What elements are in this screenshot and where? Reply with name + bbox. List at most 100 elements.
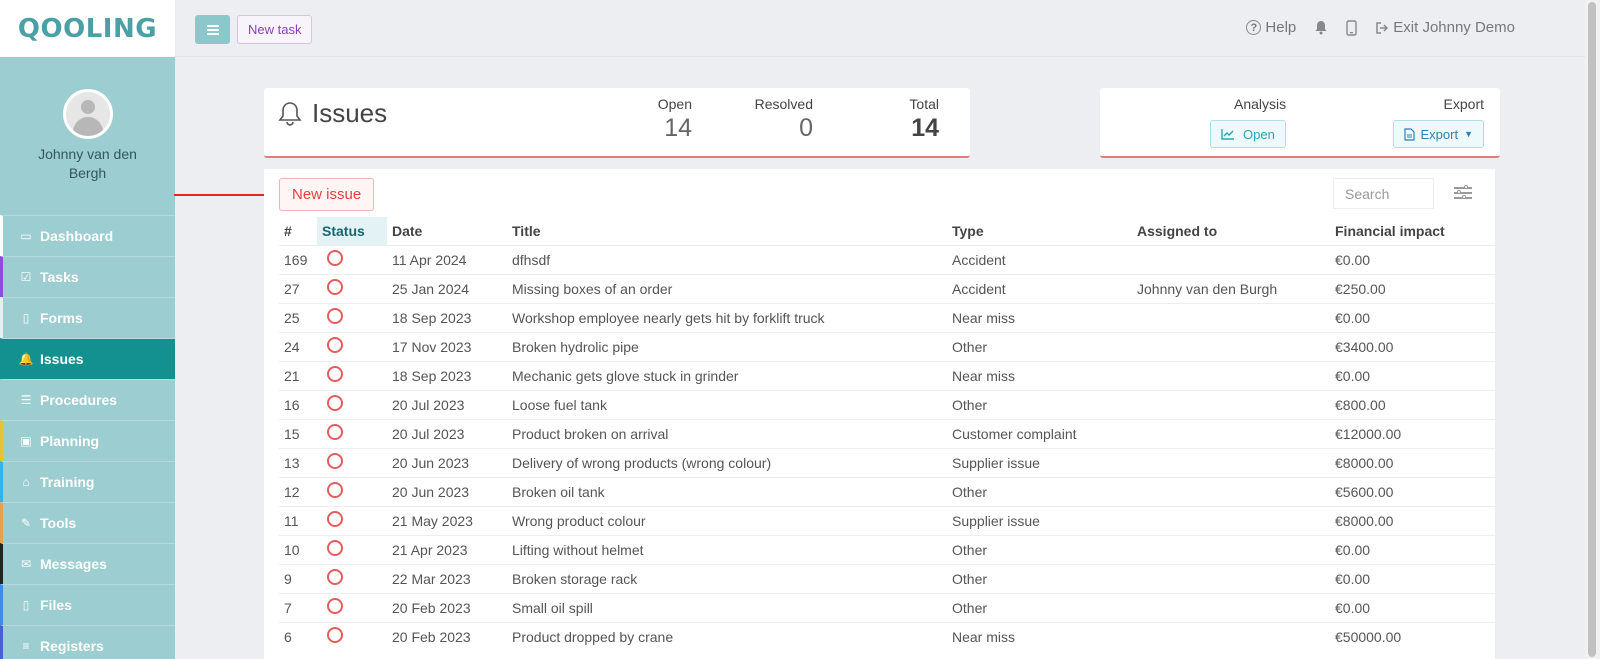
status-open-circle-icon	[327, 482, 343, 498]
issue-financial-impact: €0.00	[1330, 534, 1495, 564]
table-row[interactable]: 6 20 Feb 2023 Product dropped by crane Near…	[279, 621, 1495, 651]
pdf-file-icon: ▯	[22, 598, 30, 612]
sidebar-item-issues[interactable]: 🔔 Issues	[0, 338, 175, 379]
issue-assigned-to	[1132, 244, 1330, 274]
issue-financial-impact: €8000.00	[1330, 505, 1495, 535]
status-open-circle-icon	[327, 366, 343, 382]
table-row[interactable]: 24 17 Nov 2023 Broken hydrolic pipe Other €3…	[279, 331, 1495, 361]
issue-status	[317, 389, 387, 419]
export-button-label: Export	[1420, 126, 1459, 142]
table-row[interactable]: 11 21 May 2023 Wrong product colour Supplie…	[279, 505, 1495, 535]
open-analysis-button[interactable]: Open	[1210, 120, 1286, 148]
table-row[interactable]: 27 25 Jan 2024 Missing boxes of an order Ac…	[279, 273, 1495, 303]
issue-id: 13	[279, 447, 317, 477]
open-stat: Open 14	[658, 96, 692, 143]
table-row[interactable]: 25 18 Sep 2023 Workshop employee nearly ge…	[279, 302, 1495, 332]
table-row[interactable]: 169 11 Apr 2024 dfhsdf Accident €0.00	[279, 244, 1495, 274]
column-header-status[interactable]: Status	[317, 217, 387, 245]
issue-financial-impact: €0.00	[1330, 592, 1495, 622]
top-actions: ? Help Exit Johnny Demo	[1246, 19, 1515, 36]
resolved-label: Resolved	[754, 96, 813, 112]
sidebar-item-dashboard[interactable]: ▭ Dashboard	[0, 215, 175, 256]
sidebar-item-registers[interactable]: ≡ Registers	[0, 625, 175, 659]
issue-title: Broken storage rack	[507, 563, 947, 593]
export-dropdown-button[interactable]: Export ▼	[1392, 120, 1484, 148]
open-analysis-label: Open	[1243, 126, 1275, 142]
scrollbar-thumb[interactable]	[1588, 2, 1596, 657]
issue-type: Near miss	[947, 621, 1132, 651]
total-stat: Total 14	[909, 96, 939, 143]
issue-financial-impact: €50000.00	[1330, 621, 1495, 651]
hamburger-menu-button[interactable]	[195, 15, 230, 44]
sidebar-item-tasks[interactable]: ☑ Tasks	[0, 256, 175, 297]
resolved-count: 0	[799, 114, 813, 142]
new-task-button[interactable]: New task	[237, 15, 313, 44]
issue-type: Accident	[947, 273, 1132, 303]
hamburger-icon	[206, 28, 219, 31]
column-header-assigned[interactable]: Assigned to	[1132, 217, 1330, 245]
column-header-financial-impact[interactable]: Financial impact	[1330, 217, 1495, 245]
wrench-icon: ✎	[20, 516, 32, 530]
issue-id: 11	[279, 505, 317, 535]
issue-assigned-to	[1132, 563, 1330, 593]
notifications-button[interactable]	[1314, 20, 1328, 35]
bell-icon	[1315, 21, 1327, 35]
table-row[interactable]: 15 20 Jul 2023 Product broken on arrival Cu…	[279, 418, 1495, 448]
sidebar-item-files[interactable]: ▯ Files	[0, 584, 175, 625]
sidebar-item-label: Tools	[40, 515, 77, 531]
sidebar-item-messages[interactable]: ✉ Messages	[0, 543, 175, 584]
sidebar-item-planning[interactable]: ▣ Planning	[0, 420, 175, 461]
table-header-row: # Status Date Title Type Assigned to Fin…	[279, 217, 1495, 245]
column-header-id[interactable]: #	[279, 217, 317, 245]
issue-title: Broken hydrolic pipe	[507, 331, 947, 361]
resolved-stat: Resolved 0	[755, 96, 813, 143]
desktop-icon: ▭	[20, 229, 32, 243]
issue-assigned-to	[1132, 534, 1330, 564]
issue-status	[317, 621, 387, 651]
issue-financial-impact: €800.00	[1330, 389, 1495, 419]
issue-status	[317, 244, 387, 274]
new-issue-button[interactable]: New issue	[279, 178, 375, 211]
issue-assigned-to	[1132, 331, 1330, 361]
table-row[interactable]: 10 21 Apr 2023 Lifting without helmet Other…	[279, 534, 1495, 564]
issue-status	[317, 447, 387, 477]
table-row[interactable]: 12 20 Jun 2023 Broken oil tank Other €5600.0…	[279, 476, 1495, 506]
issue-type: Supplier issue	[947, 505, 1132, 535]
page-scrollbar[interactable]	[1585, 0, 1600, 659]
logo-area[interactable]: QOOLING	[0, 0, 175, 57]
table-row[interactable]: 16 20 Jul 2023 Loose fuel tank Other €800.00	[279, 389, 1495, 419]
sidebar-item-label: Registers	[40, 638, 104, 654]
envelope-icon: ✉	[20, 557, 32, 571]
app-logo[interactable]: QOOLING	[18, 14, 157, 44]
sidebar-item-procedures[interactable]: ☰ Procedures	[0, 379, 175, 420]
help-link[interactable]: ? Help	[1246, 19, 1296, 36]
table-row[interactable]: 9 22 Mar 2023 Broken storage rack Other €0.0…	[279, 563, 1495, 593]
sidebar-item-forms[interactable]: ▯ Forms	[0, 297, 175, 338]
filter-settings-icon[interactable]	[1454, 185, 1472, 201]
search-input[interactable]: Search	[1333, 178, 1434, 209]
column-header-date[interactable]: Date	[387, 217, 507, 245]
avatar[interactable]	[62, 89, 113, 139]
table-row[interactable]: 21 18 Sep 2023 Mechanic gets glove stuck i…	[279, 360, 1495, 390]
issue-id: 24	[279, 331, 317, 361]
issue-date: 17 Nov 2023	[387, 331, 507, 361]
table-row[interactable]: 7 20 Feb 2023 Small oil spill Other €0.00	[279, 592, 1495, 622]
column-header-title[interactable]: Title	[507, 217, 947, 245]
issue-date: 22 Mar 2023	[387, 563, 507, 593]
issue-date: 18 Sep 2023	[387, 360, 507, 390]
sidebar-item-tools[interactable]: ✎ Tools	[0, 502, 175, 543]
table-row[interactable]: 13 20 Jun 2023 Delivery of wrong products …	[279, 447, 1495, 477]
user-name: Johnny van den Bergh	[38, 146, 137, 181]
sidebar-item-training[interactable]: ⌂ Training	[0, 461, 175, 502]
issue-status	[317, 563, 387, 593]
issue-id: 15	[279, 418, 317, 448]
issue-id: 16	[279, 389, 317, 419]
list-lines-icon: ≡	[22, 639, 30, 653]
column-header-type[interactable]: Type	[947, 217, 1132, 245]
issue-status	[317, 331, 387, 361]
issue-financial-impact: €0.00	[1330, 302, 1495, 332]
exit-demo-link[interactable]: Exit Johnny Demo	[1375, 19, 1515, 36]
mobile-button[interactable]	[1346, 19, 1357, 36]
issue-type: Other	[947, 476, 1132, 506]
annotation-arrow	[174, 189, 280, 201]
